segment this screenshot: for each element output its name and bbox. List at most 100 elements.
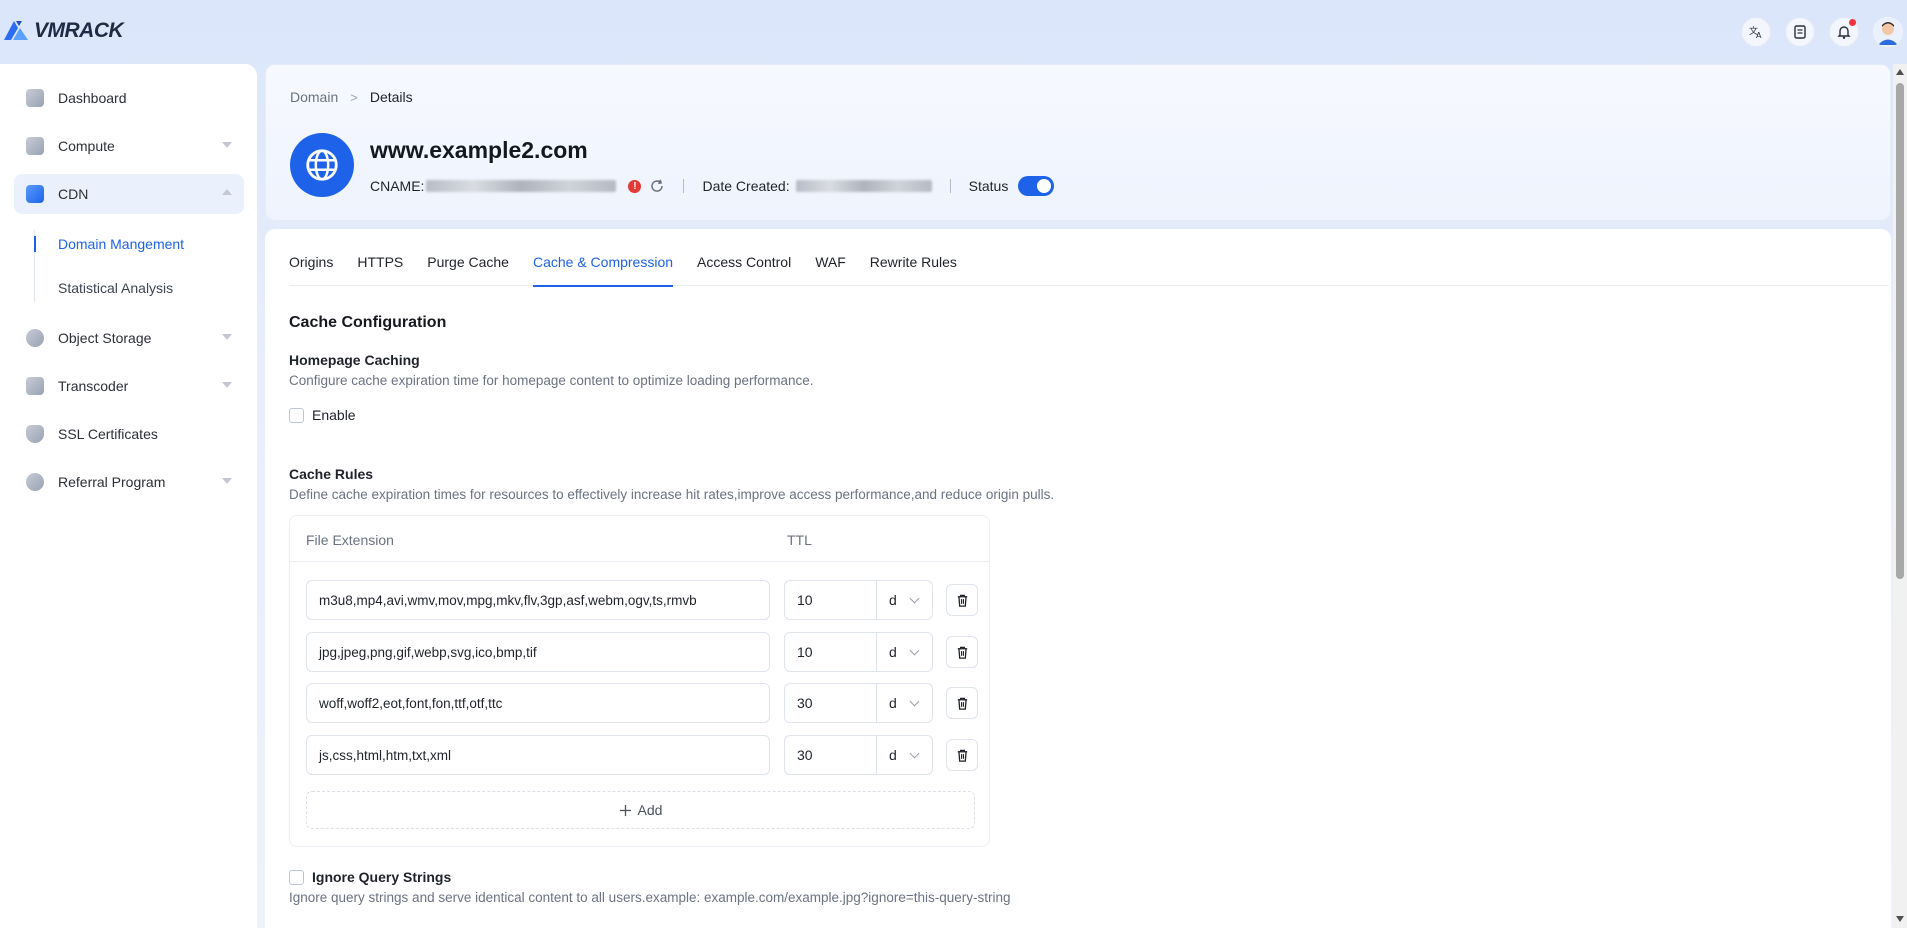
ignore-query-strings-checkbox[interactable]: [289, 869, 304, 885]
refresh-icon[interactable]: [649, 178, 665, 194]
sidebar-item-referral-program[interactable]: Referral Program: [14, 462, 244, 502]
logo[interactable]: VMRACK: [2, 18, 124, 44]
file-extension-input[interactable]: js,css,html,htm,txt,xml: [306, 735, 770, 775]
sidebar-item-label: Statistical Analysis: [58, 280, 174, 296]
tab-origins[interactable]: Origins: [289, 229, 333, 286]
divider: [949, 179, 951, 193]
notification-dot: [1849, 19, 1856, 26]
tab-cache-compression[interactable]: Cache & Compression: [532, 229, 674, 287]
main-panel: Origins HTTPS Purge Cache Cache & Compre…: [265, 229, 1891, 928]
sidebar-item-ssl-certificates[interactable]: SSL Certificates: [14, 414, 244, 454]
date-created-label: Date Created:: [702, 178, 790, 194]
ttl-input[interactable]: 30: [785, 736, 877, 774]
ttl-unit-value: d: [889, 644, 897, 660]
trash-icon: [957, 697, 967, 710]
column-file-extension: File Extension: [306, 532, 394, 548]
sidebar: Dashboard Compute CDN Domain Mangement S…: [0, 64, 257, 928]
ttl-unit-select[interactable]: d: [877, 581, 932, 619]
tab-rewrite-rules[interactable]: Rewrite Rules: [870, 229, 957, 286]
add-rule-button[interactable]: Add: [306, 791, 975, 829]
delete-button[interactable]: [946, 687, 978, 719]
logo-text: VMRACK: [34, 19, 124, 42]
cache-rules-title: Cache Rules: [289, 466, 374, 482]
tab-purge-cache[interactable]: Purge Cache: [427, 229, 509, 286]
scroll-down-arrow-icon[interactable]: [1896, 916, 1904, 922]
enable-checkbox[interactable]: [289, 407, 304, 423]
delete-button[interactable]: [946, 636, 978, 668]
ttl-unit-select[interactable]: d: [877, 684, 932, 722]
table-row: m3u8,mp4,avi,wmv,mov,mpg,mkv,flv,3gp,asf…: [306, 580, 978, 620]
sidebar-item-transcoder[interactable]: Transcoder: [14, 366, 244, 406]
sidebar-item-statistical-analysis[interactable]: Statistical Analysis: [34, 266, 257, 310]
ttl-input[interactable]: 30: [785, 684, 877, 722]
ttl-field: 30 d: [784, 683, 933, 723]
homepage-caching-desc: Configure cache expiration time for home…: [289, 373, 814, 388]
plus-icon: [619, 804, 631, 816]
table-header: File Extension TTL: [290, 516, 989, 562]
breadcrumb-current: Details: [369, 89, 413, 105]
chevron-down-icon: [909, 593, 920, 603]
globe-icon: [290, 133, 354, 197]
scroll-thumb[interactable]: [1896, 83, 1904, 579]
file-extension-input[interactable]: woff,woff2,eot,font,fon,ttf,otf,ttc: [306, 683, 770, 723]
status-label: Status: [968, 178, 1009, 194]
scroll-up-arrow-icon[interactable]: [1896, 69, 1904, 75]
ttl-field: 30 d: [784, 735, 933, 775]
warning-icon[interactable]: !: [628, 179, 642, 193]
tab-waf[interactable]: WAF: [815, 229, 846, 286]
status-toggle[interactable]: [1018, 176, 1055, 196]
ttl-unit-select[interactable]: d: [877, 736, 932, 774]
table-row: woff,woff2,eot,font,fon,ttf,otf,ttc 30 d: [306, 683, 978, 723]
chevron-down-icon: [909, 645, 920, 655]
chevron-down-icon: [222, 478, 232, 484]
breadcrumb-separator: >: [350, 89, 358, 105]
translate-icon[interactable]: 文A: [1741, 17, 1771, 47]
tab-https[interactable]: HTTPS: [357, 229, 403, 286]
compute-icon: [26, 137, 44, 155]
sidebar-item-label: CDN: [58, 186, 89, 202]
sidebar-item-label: SSL Certificates: [58, 426, 158, 442]
sidebar-item-label: Domain Mangement: [58, 236, 185, 252]
avatar[interactable]: [1873, 17, 1903, 47]
top-bar: VMRACK 文A: [0, 0, 1907, 62]
tab-access-control[interactable]: Access Control: [697, 229, 791, 286]
domain-header: Domain > Details www.example2.com CNAME:…: [265, 64, 1891, 221]
ignore-query-strings-desc: Ignore query strings and serve identical…: [289, 890, 1011, 905]
homepage-enable[interactable]: Enable: [289, 407, 356, 423]
ttl-unit-select[interactable]: d: [877, 633, 932, 671]
chevron-down-icon: [222, 142, 232, 148]
file-extension-input[interactable]: jpg,jpeg,png,gif,webp,svg,ico,bmp,tif: [306, 632, 770, 672]
add-label: Add: [637, 802, 663, 818]
sidebar-item-compute[interactable]: Compute: [14, 126, 244, 166]
enable-label: Enable: [312, 407, 356, 423]
sidebar-item-dashboard[interactable]: Dashboard: [14, 78, 244, 118]
ttl-unit-value: d: [889, 592, 897, 608]
ttl-unit-value: d: [889, 695, 897, 711]
cache-rules-desc: Define cache expiration times for resour…: [289, 487, 1055, 502]
document-icon[interactable]: [1785, 17, 1815, 47]
ttl-input[interactable]: 10: [785, 633, 877, 671]
sidebar-item-label: Object Storage: [58, 330, 152, 346]
page-scrollbar[interactable]: [1893, 64, 1907, 928]
sidebar-item-label: Compute: [58, 138, 115, 154]
sidebar-item-object-storage[interactable]: Object Storage: [14, 318, 244, 358]
delete-button[interactable]: [946, 584, 978, 616]
delete-button[interactable]: [946, 739, 978, 771]
breadcrumb-domain[interactable]: Domain: [290, 89, 338, 105]
homepage-caching-title: Homepage Caching: [289, 352, 420, 368]
sidebar-item-label: Transcoder: [58, 378, 129, 394]
file-extension-input[interactable]: m3u8,mp4,avi,wmv,mov,mpg,mkv,flv,3gp,asf…: [306, 580, 770, 620]
ignore-query-strings[interactable]: Ignore Query Strings: [289, 869, 451, 885]
breadcrumb: Domain > Details: [290, 89, 413, 105]
bell-icon[interactable]: [1829, 17, 1859, 47]
dashboard-icon: [26, 89, 44, 107]
trash-icon: [957, 646, 967, 659]
ttl-input[interactable]: 10: [785, 581, 877, 619]
sidebar-item-cdn[interactable]: CDN: [14, 174, 244, 214]
sidebar-item-domain-management[interactable]: Domain Mangement: [34, 222, 257, 266]
referral-icon: [26, 473, 44, 491]
cache-rules-table: File Extension TTL m3u8,mp4,avi,wmv,mov,…: [289, 515, 990, 847]
ttl-field: 10 d: [784, 632, 933, 672]
chevron-up-icon: [222, 189, 232, 195]
date-created-redacted: [795, 180, 932, 192]
